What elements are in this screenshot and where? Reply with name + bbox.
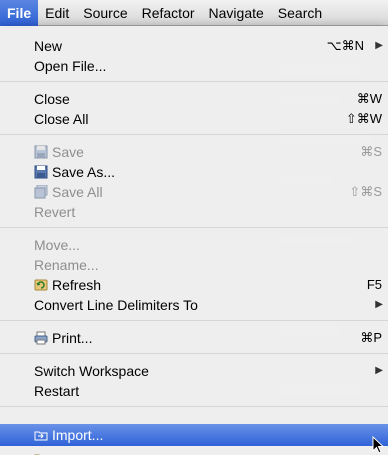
menu-item-label: Refresh [52,277,102,293]
menu-item-open-file[interactable]: Open File... [0,56,388,76]
shortcut: ⌘W [356,91,382,106]
save-all-icon [34,185,48,199]
menu-item-move[interactable]: Move... [0,235,388,255]
menu-item-close-all[interactable]: Close All ⇧⌘W [0,109,388,129]
menu-item-restart[interactable]: Restart [0,381,388,401]
menu-item-switch-workspace[interactable]: Switch Workspace ▶ [0,361,388,381]
menu-source[interactable]: Source [76,0,134,26]
menu-item-partial[interactable] [0,448,388,455]
menu-edit[interactable]: Edit [38,0,76,26]
mouse-pointer-icon [372,436,384,454]
submenu-arrow-icon: ▶ [375,299,383,310]
file-menu-dropdown: New ⌥⌘N ▶ Open File... Close ⌘W Close Al… [0,26,388,455]
menu-item-close[interactable]: Close ⌘W [0,89,388,109]
menu-item-import[interactable]: Import... [0,424,388,446]
menu-item-label: Save [52,144,84,160]
menu-item-label: Convert Line Delimiters To [34,297,198,313]
menu-item-label: Switch Workspace [34,363,149,379]
menu-bar: File Edit Source Refactor Navigate Searc… [0,0,388,26]
separator [0,406,388,407]
menu-item-save-as[interactable]: Save As... [0,162,388,182]
menu-item-print[interactable]: Print... ⌘P [0,328,388,348]
menu-item-label: Print... [52,330,93,346]
shortcut: ⇧⌘S [349,184,382,199]
menu-item-rename[interactable]: Rename... [0,255,388,275]
menu-item-label: Close [34,91,70,107]
menu-item-refresh[interactable]: Refresh F5 [0,275,388,295]
menu-item-label: Save All [52,184,103,200]
separator [0,227,388,228]
shortcut: ⌥⌘N [326,38,364,53]
printer-icon [34,331,48,345]
submenu-arrow-icon: ▶ [375,365,383,376]
menu-item-label: Rename... [34,257,99,273]
separator [0,320,388,321]
menu-item-label: Close All [34,111,89,127]
menu-item-label: Import... [52,427,104,443]
menu-item-revert[interactable]: Revert [0,202,388,222]
import-icon [34,431,48,441]
separator [0,81,388,82]
shortcut: ⌘P [360,330,382,345]
menu-item-save-all[interactable]: Save All ⇧⌘S [0,182,388,202]
menu-item-save[interactable]: Save ⌘S [0,142,388,162]
disk-icon [34,145,48,159]
shortcut: ⌘S [360,144,382,159]
menu-item-label: Save As... [52,164,116,180]
menu-item-new[interactable]: New ⌥⌘N ▶ [0,36,388,56]
shortcut: ⇧⌘W [345,111,382,126]
shortcut: F5 [366,277,382,292]
export-icon [34,454,40,455]
separator [0,353,388,354]
menu-item-label: Revert [34,204,76,220]
menu-item-label: Restart [34,383,80,399]
menu-item-label: New [34,38,63,54]
menu-refactor[interactable]: Refactor [135,0,202,26]
menu-item-label: Move... [34,237,80,253]
refresh-icon [34,279,48,291]
menu-navigate[interactable]: Navigate [202,0,271,26]
menu-search[interactable]: Search [271,0,329,26]
menu-item-convert-line-delimiters[interactable]: Convert Line Delimiters To ▶ [0,295,388,315]
menu-item-label: Open File... [34,58,107,74]
separator [0,134,388,135]
submenu-arrow-icon: ▶ [375,40,383,51]
save-as-icon [34,165,48,179]
menu-file[interactable]: File [0,0,39,26]
